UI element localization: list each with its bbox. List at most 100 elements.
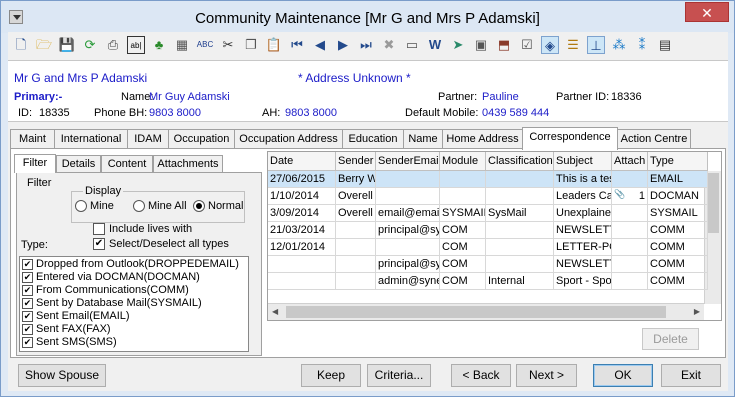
column-header-module[interactable]: Module [440, 152, 486, 171]
tag-icon[interactable]: ◈ [541, 36, 559, 54]
tab-correspondence[interactable]: Correspondence [522, 127, 618, 150]
previous-icon[interactable]: ◀ [311, 36, 329, 54]
calculator-icon[interactable]: ▦ [173, 36, 191, 54]
radio-mine-all[interactable] [133, 200, 145, 212]
table-row[interactable]: 12/01/2014 COM LETTER-PC- COMM [268, 239, 708, 256]
clipboard-check-icon[interactable]: ☑ [518, 36, 536, 54]
column-header-date[interactable]: Date [268, 152, 336, 171]
radio-normal[interactable] [193, 200, 205, 212]
cell-attach [612, 205, 648, 222]
column-header-sender[interactable]: Sender [336, 152, 376, 171]
table-row[interactable]: 3/09/2014Overell Semail@emailxSYSMAILSys… [268, 205, 708, 222]
cell-classification [486, 256, 554, 273]
type-checkbox[interactable]: ✔ [22, 336, 33, 348]
word-icon[interactable]: W [426, 36, 444, 54]
column-header-type[interactable]: Type [648, 152, 708, 171]
text-icon[interactable]: ab| [127, 36, 145, 54]
close-button[interactable]: ✕ [685, 2, 729, 22]
include-lives-checkbox[interactable] [93, 223, 105, 235]
print-icon[interactable]: ⎙ [104, 36, 122, 54]
type-item[interactable]: ✔ Sent Email(EMAIL) [22, 310, 130, 323]
tab-home-address[interactable]: Home Address [442, 129, 523, 149]
type-checkbox[interactable]: ✔ [22, 310, 33, 322]
tab-occupation-address[interactable]: Occupation Address [234, 129, 343, 149]
film-icon[interactable]: ▤ [656, 36, 674, 54]
type-checkbox[interactable]: ✔ [22, 271, 33, 283]
ah-label: AH: [262, 107, 281, 119]
tab-maint[interactable]: Maint [10, 129, 55, 149]
delete-icon[interactable]: ✖ [380, 36, 398, 54]
table-row[interactable]: 21/03/2014 principal@syCOM NEWSLETTE COMM [268, 222, 708, 239]
next-icon[interactable]: ▶ [334, 36, 352, 54]
phone-bh-value: 9803 8000 [149, 107, 201, 119]
refresh-icon[interactable]: ⟳ [81, 36, 99, 54]
horizontal-scrollbar[interactable]: ◀ ▶ [268, 303, 704, 320]
type-checkbox[interactable]: ✔ [22, 258, 33, 270]
type-checkbox[interactable]: ✔ [22, 297, 33, 309]
subtab-attachments[interactable]: Attachments [153, 155, 223, 173]
keep-button[interactable]: Keep [301, 364, 361, 387]
delete-button[interactable]: Delete [642, 328, 699, 350]
ok-button[interactable]: OK [593, 364, 653, 387]
tab-international[interactable]: International [54, 129, 128, 149]
next-button[interactable]: Next > [516, 364, 577, 387]
type-checkbox[interactable]: ✔ [22, 323, 33, 335]
pin-icon[interactable]: ⊥ [587, 36, 605, 54]
column-header-subject[interactable]: Subject [554, 152, 612, 171]
column-header-attach[interactable]: Attach [612, 152, 648, 171]
group-icon[interactable]: ⁑ [633, 36, 651, 54]
send-icon[interactable]: ➤ [449, 36, 467, 54]
type-item[interactable]: ✔ Entered via DOCMAN(DOCMAN) [22, 271, 200, 284]
table-row[interactable]: principal@syCOM NEWSLETTE COMM [268, 256, 708, 273]
tab-action-centre[interactable]: Action Centre [617, 129, 691, 149]
filter-title: Filter [27, 177, 52, 189]
tab-occupation[interactable]: Occupation [168, 129, 235, 149]
card-icon[interactable]: ▭ [403, 36, 421, 54]
first-icon[interactable]: ⏮ [288, 36, 306, 54]
cut-icon[interactable]: ✂ [219, 36, 237, 54]
exit-button[interactable]: Exit [661, 364, 721, 387]
back-button[interactable]: < Back [451, 364, 511, 387]
save-icon[interactable]: 💾 [58, 36, 76, 54]
type-item-label: Sent Email(EMAIL) [36, 310, 130, 322]
last-icon[interactable]: ⏭ [357, 36, 375, 54]
clipboard-icon[interactable]: ▣ [472, 36, 490, 54]
radio-mine[interactable] [75, 200, 87, 212]
table-row[interactable]: 1/10/2014Overell SLeaders Car1📎DOCMAN [268, 188, 708, 205]
tree-icon[interactable]: ♣ [150, 36, 168, 54]
tab-education[interactable]: Education [342, 129, 404, 149]
paste-icon[interactable]: 📋 [265, 36, 283, 54]
inbox-icon[interactable]: ⬒ [495, 36, 513, 54]
people-icon[interactable]: ⁂ [610, 36, 628, 54]
table-row[interactable]: admin@syne COM Internal Sport - Spor COMM [268, 273, 708, 290]
type-checkbox[interactable]: ✔ [22, 284, 33, 296]
column-header-sender-email[interactable]: SenderEmail [376, 152, 440, 171]
select-all-checkbox[interactable]: ✔ [93, 238, 105, 250]
cell-module: SYSMAIL [440, 205, 486, 222]
scroll-left-icon[interactable]: ◀ [272, 307, 278, 316]
checklist-icon[interactable]: ☰ [564, 36, 582, 54]
hscroll-thumb[interactable] [286, 306, 666, 318]
open-icon[interactable]: 🗁 [35, 36, 53, 54]
spellcheck-icon[interactable]: ABC [196, 36, 214, 54]
type-item[interactable]: ✔ Sent FAX(FAX) [22, 323, 111, 336]
scroll-thumb[interactable] [707, 173, 719, 233]
type-item[interactable]: ✔ Dropped from Outlook(DROPPEDEMAIL) [22, 258, 239, 271]
criteria-button[interactable]: Criteria... [367, 364, 431, 387]
type-item[interactable]: ✔ Sent SMS(SMS) [22, 336, 117, 349]
cell-sender [336, 273, 376, 290]
copy-icon[interactable]: ❐ [242, 36, 260, 54]
cell-sender [336, 222, 376, 239]
subtab-details[interactable]: Details [56, 155, 101, 173]
tab-name[interactable]: Name [403, 129, 443, 149]
tab-idam[interactable]: IDAM [127, 129, 169, 149]
column-header-classification[interactable]: Classification [486, 152, 554, 171]
table-row[interactable]: 27/06/2015 Berry W This is a tes EMAIL [268, 171, 708, 188]
subtab-filter[interactable]: Filter [14, 154, 56, 173]
show-spouse-button[interactable]: Show Spouse [18, 364, 106, 387]
scroll-right-icon[interactable]: ▶ [694, 307, 700, 316]
subtab-content[interactable]: Content [101, 155, 153, 173]
new-icon[interactable]: 🗋 [12, 36, 30, 54]
type-item[interactable]: ✔ From Communications(COMM) [22, 284, 189, 297]
type-item[interactable]: ✔ Sent by Database Mail(SYSMAIL) [22, 297, 202, 310]
